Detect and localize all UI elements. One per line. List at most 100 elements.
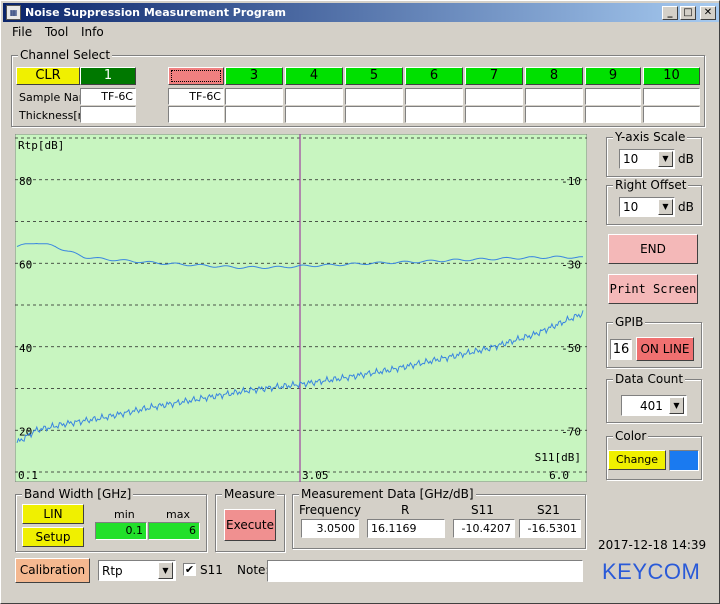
right-tick-label: -70 bbox=[561, 425, 581, 438]
s11-header: S11 bbox=[471, 503, 494, 517]
checkmark-icon: ✔ bbox=[184, 563, 195, 576]
bandwidth-min-field[interactable]: 0.1 bbox=[95, 522, 147, 540]
s11-value: -10.4207 bbox=[453, 519, 515, 538]
note-label: Note: bbox=[237, 563, 270, 577]
right-offset-title: Right Offset bbox=[613, 178, 689, 192]
yaxis-scale-select[interactable]: 10 ▼ bbox=[619, 149, 675, 169]
bandwidth-group: Band Width [GHz] LIN Setup min max 0.1 6 bbox=[15, 487, 207, 552]
left-tick-label: 60 bbox=[19, 258, 32, 271]
main-window: ▦ Noise Suppression Measurement Program … bbox=[0, 0, 720, 604]
menu-info[interactable]: Info bbox=[81, 25, 104, 39]
thickness-cell[interactable] bbox=[80, 106, 136, 123]
thickness-cell[interactable] bbox=[345, 106, 403, 123]
bandwidth-max-field[interactable]: 6 bbox=[148, 522, 200, 540]
menu-bar: File Tool Info bbox=[3, 23, 719, 41]
execute-button[interactable]: Execute bbox=[224, 509, 276, 541]
channel-button-1[interactable]: 1 bbox=[80, 67, 136, 85]
calibration-button[interactable]: Calibration bbox=[15, 558, 90, 583]
chevron-down-icon[interactable]: ▼ bbox=[669, 397, 684, 414]
sample-name-cell[interactable] bbox=[285, 88, 343, 105]
minimize-button[interactable]: _ bbox=[662, 6, 678, 20]
thickness-cell[interactable] bbox=[525, 106, 583, 123]
right-tick-label: -10 bbox=[561, 175, 581, 188]
change-color-button[interactable]: Change bbox=[608, 450, 666, 470]
maximize-button[interactable]: □ bbox=[680, 6, 696, 20]
plot-svg: Rtp[dB]S11[dB]80604020-10-30-50-700.1 3.0… bbox=[14, 133, 588, 483]
s11-checkbox-label: S11 bbox=[200, 563, 223, 577]
gpib-address-field[interactable]: 16 bbox=[610, 339, 632, 360]
mode-select-value: Rtp bbox=[102, 564, 123, 578]
clr-button[interactable]: CLR bbox=[16, 67, 80, 85]
title-bar: ▦ Noise Suppression Measurement Program … bbox=[3, 3, 719, 22]
mode-select[interactable]: Rtp ▼ bbox=[98, 560, 176, 581]
sample-name-cell[interactable] bbox=[525, 88, 583, 105]
channel-button-10[interactable]: 10 bbox=[643, 67, 700, 85]
sample-name-cell[interactable]: TF-6C bbox=[168, 88, 224, 105]
channel-select-group: Channel Select CLR 1 3 4 5 6 7 8 9 10 Sample Name T… bbox=[11, 48, 705, 127]
measure-title: Measure bbox=[222, 487, 277, 501]
chevron-down-icon[interactable]: ▼ bbox=[158, 562, 173, 579]
channel-button-8[interactable]: 8 bbox=[525, 67, 583, 85]
end-button[interactable]: END bbox=[608, 234, 698, 264]
channel-button-2[interactable] bbox=[168, 67, 224, 85]
yaxis-scale-group: Y-axis Scale 10 ▼ dB bbox=[606, 130, 702, 177]
measurement-data-group: Measurement Data [GHz/dB] Frequency R S1… bbox=[292, 487, 586, 549]
brand-logo: KEYCOM bbox=[602, 559, 701, 584]
window-title: Noise Suppression Measurement Program bbox=[25, 6, 287, 19]
channel-button-3[interactable]: 3 bbox=[225, 67, 283, 85]
sample-name-cell[interactable] bbox=[585, 88, 641, 105]
right-tick-label: -50 bbox=[561, 342, 581, 355]
sample-name-cell[interactable] bbox=[345, 88, 403, 105]
data-count-group: Data Count 401 ▼ bbox=[606, 372, 702, 423]
sample-name-cell[interactable] bbox=[405, 88, 463, 105]
chevron-down-icon[interactable]: ▼ bbox=[658, 199, 673, 215]
note-input[interactable] bbox=[267, 560, 583, 582]
measure-group: Measure Execute bbox=[215, 487, 285, 552]
data-count-select[interactable]: 401 ▼ bbox=[621, 395, 687, 416]
r-value: 16.1169 bbox=[367, 519, 445, 538]
thickness-cell[interactable] bbox=[585, 106, 641, 123]
sample-name-cell[interactable]: TF-6C bbox=[80, 88, 136, 105]
frequency-header: Frequency bbox=[299, 503, 361, 517]
bandwidth-min-label: min bbox=[114, 508, 135, 521]
sample-name-cell[interactable] bbox=[225, 88, 283, 105]
r-header: R bbox=[401, 503, 410, 517]
thickness-cell[interactable] bbox=[225, 106, 283, 123]
right-tick-label: -30 bbox=[561, 258, 581, 271]
channel-button-7[interactable]: 7 bbox=[465, 67, 523, 85]
setup-button[interactable]: Setup bbox=[22, 527, 84, 547]
measurement-data-title: Measurement Data [GHz/dB] bbox=[299, 487, 476, 501]
thickness-cell[interactable] bbox=[643, 106, 700, 123]
thickness-cell[interactable] bbox=[285, 106, 343, 123]
s11-checkbox[interactable]: ✔ bbox=[183, 563, 196, 576]
color-title: Color bbox=[613, 429, 649, 443]
left-tick-label: 40 bbox=[19, 342, 32, 355]
channel-button-9[interactable]: 9 bbox=[585, 67, 641, 85]
menu-file[interactable]: File bbox=[12, 25, 32, 39]
bandwidth-max-label: max bbox=[166, 508, 190, 521]
channel-button-4[interactable]: 4 bbox=[285, 67, 343, 85]
print-screen-button[interactable]: Print Screen bbox=[608, 274, 698, 304]
lin-button[interactable]: LIN bbox=[22, 504, 84, 524]
datetime: 2017-12-18 14:39 bbox=[598, 538, 707, 552]
color-swatch bbox=[669, 450, 699, 471]
thickness-cell[interactable] bbox=[405, 106, 463, 123]
thickness-cell[interactable] bbox=[168, 106, 224, 123]
menu-tool[interactable]: Tool bbox=[45, 25, 68, 39]
chevron-down-icon[interactable]: ▼ bbox=[658, 151, 673, 167]
close-button[interactable]: ✕ bbox=[700, 6, 716, 20]
gpib-title: GPIB bbox=[613, 315, 646, 329]
thickness-cell[interactable] bbox=[465, 106, 523, 123]
online-button[interactable]: ON LINE bbox=[636, 337, 694, 361]
x-tick-label: 0.1 bbox=[18, 469, 38, 482]
channel-select-title: Channel Select bbox=[18, 48, 113, 62]
channel-button-5[interactable]: 5 bbox=[345, 67, 403, 85]
channel-button-6[interactable]: 6 bbox=[405, 67, 463, 85]
yaxis-scale-value: 10 bbox=[623, 152, 639, 166]
sample-name-cell[interactable] bbox=[643, 88, 700, 105]
x-tick-label: 3.05 bbox=[302, 469, 329, 482]
right-offset-value: 10 bbox=[623, 200, 639, 214]
sample-name-cell[interactable] bbox=[465, 88, 523, 105]
right-offset-select[interactable]: 10 ▼ bbox=[619, 197, 675, 217]
right-offset-group: Right Offset 10 ▼ dB bbox=[606, 178, 702, 225]
